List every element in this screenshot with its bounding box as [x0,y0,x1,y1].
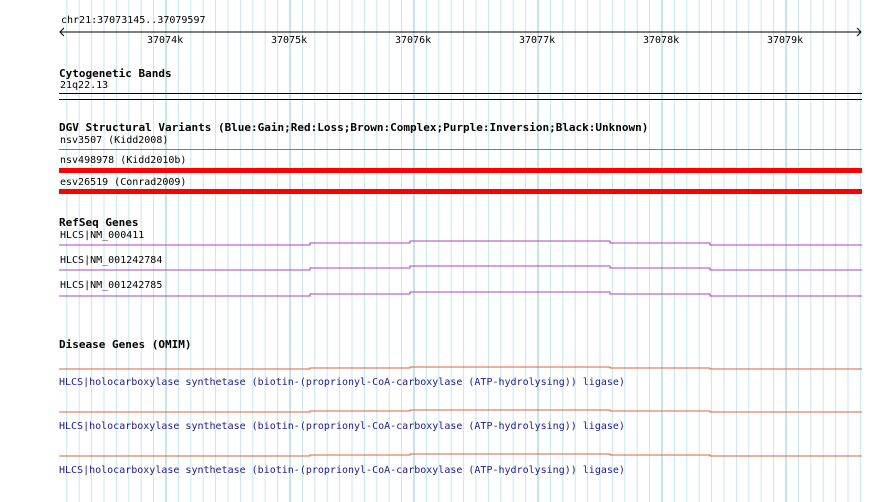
omim-entry-label[interactable]: HLCS|holocarboxylase synthetase (biotin-… [59,421,625,433]
omim-entry-label[interactable]: HLCS|holocarboxylase synthetase (biotin-… [59,377,625,389]
omim-entry-label[interactable]: HLCS|holocarboxylase synthetase (biotin-… [59,465,625,477]
omim-model [59,409,862,413]
omim-model [59,366,862,370]
omim-model [59,453,862,457]
